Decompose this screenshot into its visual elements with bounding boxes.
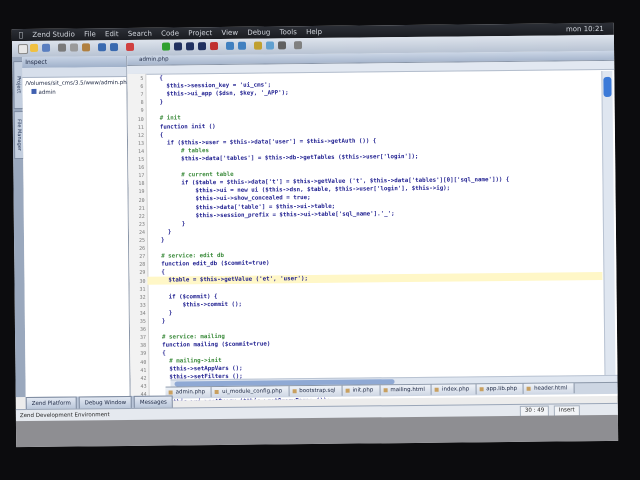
line-number: 42: [140, 375, 147, 382]
line-number: 17: [138, 172, 145, 180]
vertical-scroll-thumb[interactable]: [603, 76, 612, 97]
line-number: 12: [137, 132, 144, 139]
file-tab[interactable]: header.html: [524, 383, 575, 394]
line-number: 23: [138, 221, 145, 228]
line-number: 38: [140, 343, 147, 350]
tree-item-label: admin: [38, 89, 56, 96]
new-file-icon[interactable]: [17, 43, 29, 55]
line-number: 30: [139, 278, 146, 285]
find-icon[interactable]: [125, 42, 135, 51]
menu-help[interactable]: Help: [306, 28, 322, 36]
line-number: 36: [139, 326, 147, 333]
menu-tools[interactable]: Tools: [280, 28, 297, 36]
line-number: 22: [138, 213, 145, 220]
file-tab[interactable]: ui_module_config.php: [212, 386, 290, 398]
open-folder-icon[interactable]: [29, 43, 39, 52]
line-number: 9: [140, 108, 144, 115]
menubar-clock: mon 10:21: [565, 24, 604, 34]
line-number: 21: [138, 205, 145, 212]
file-tab[interactable]: mailing.html: [380, 384, 432, 396]
cut-icon[interactable]: [57, 43, 67, 52]
file-tab[interactable]: app.lib.php: [476, 383, 525, 395]
line-number: 10: [137, 116, 144, 123]
copy-icon[interactable]: [69, 43, 79, 52]
line-number: 43: [140, 383, 147, 390]
undo-icon[interactable]: [97, 43, 107, 52]
line-number: 26: [139, 245, 146, 252]
save-icon[interactable]: [41, 43, 51, 52]
line-number: 15: [138, 156, 145, 163]
step-into-icon[interactable]: [173, 42, 183, 51]
line-number: 41: [140, 367, 147, 374]
line-number: 16: [138, 164, 145, 171]
line-number: 37: [140, 334, 147, 342]
stop-icon[interactable]: [209, 42, 219, 51]
line-number: 34: [139, 310, 146, 317]
line-number: 39: [140, 351, 147, 358]
tree-root-path[interactable]: /Volumes/sit_cms/3.5/www/admin.ph: [25, 79, 126, 89]
line-number: 27: [139, 253, 146, 261]
bookmark-icon[interactable]: [253, 41, 263, 50]
menu-view[interactable]: View: [221, 29, 238, 37]
menu-project[interactable]: Project: [188, 29, 212, 37]
line-number: 40: [140, 359, 147, 366]
line-number: 29: [139, 270, 146, 277]
line-number: 20: [138, 197, 145, 204]
menu-search[interactable]: Search: [128, 30, 152, 38]
paste-icon[interactable]: [81, 43, 91, 52]
line-number: 7: [140, 91, 144, 99]
redo-icon[interactable]: [109, 43, 119, 52]
menu-edit[interactable]: Edit: [105, 30, 119, 38]
code-editor[interactable]: admin.php 5 6 7 8 9 10 11 12 13 14 15 16 17 18 19 20 21 2…: [127, 50, 618, 438]
file-tab[interactable]: bootstrap.sql: [289, 385, 343, 397]
line-number: 32: [139, 294, 146, 301]
step-over-icon[interactable]: [185, 42, 195, 51]
vertical-scrollbar[interactable]: [601, 70, 616, 393]
line-number: 5: [140, 75, 144, 82]
line-number: 11: [137, 124, 144, 131]
settings-icon[interactable]: [277, 41, 287, 50]
menu-code[interactable]: Code: [161, 29, 179, 37]
line-number: 31: [139, 286, 146, 293]
inspect-panel: Inspect /Volumes/sit_cms/3.5/www/admin.p…: [22, 55, 131, 398]
step-out-icon[interactable]: [197, 42, 207, 51]
monitor-bezel-area: [15, 414, 619, 448]
line-number: 8: [140, 100, 144, 107]
tree-item-admin[interactable]: admin: [25, 88, 123, 98]
run-icon[interactable]: [161, 42, 171, 51]
line-number: 33: [139, 302, 146, 309]
file-tab[interactable]: init.php: [342, 385, 381, 396]
app-name[interactable]: Zend Studio: [32, 31, 75, 39]
line-number: 13: [137, 140, 145, 147]
file-tree: /Volumes/sit_cms/3.5/www/admin.ph admin: [22, 77, 126, 100]
line-number: 28: [139, 262, 146, 269]
line-number: 6: [140, 83, 144, 90]
line-number: 25: [138, 237, 146, 244]
menu-debug[interactable]: Debug: [247, 28, 270, 36]
apple-icon[interactable]: : [19, 31, 23, 39]
menu-file[interactable]: File: [84, 30, 96, 38]
breakpoint-icon[interactable]: [225, 41, 235, 50]
class-icon: [31, 88, 37, 94]
line-number: 24: [138, 229, 145, 236]
code-area[interactable]: { $this->session_key = 'ui_cms'; $this->…: [145, 70, 603, 401]
file-tab[interactable]: index.php: [431, 384, 477, 395]
line-number: 35: [139, 318, 146, 325]
line-number: 14: [138, 148, 145, 155]
screen:  Zend Studio File Edit Search Code Proj…: [11, 22, 619, 448]
line-number: 18: [138, 181, 145, 188]
line-number: 19: [138, 189, 145, 196]
watch-icon[interactable]: [237, 41, 247, 50]
help-icon[interactable]: [293, 41, 303, 50]
browser-icon[interactable]: [265, 41, 275, 50]
